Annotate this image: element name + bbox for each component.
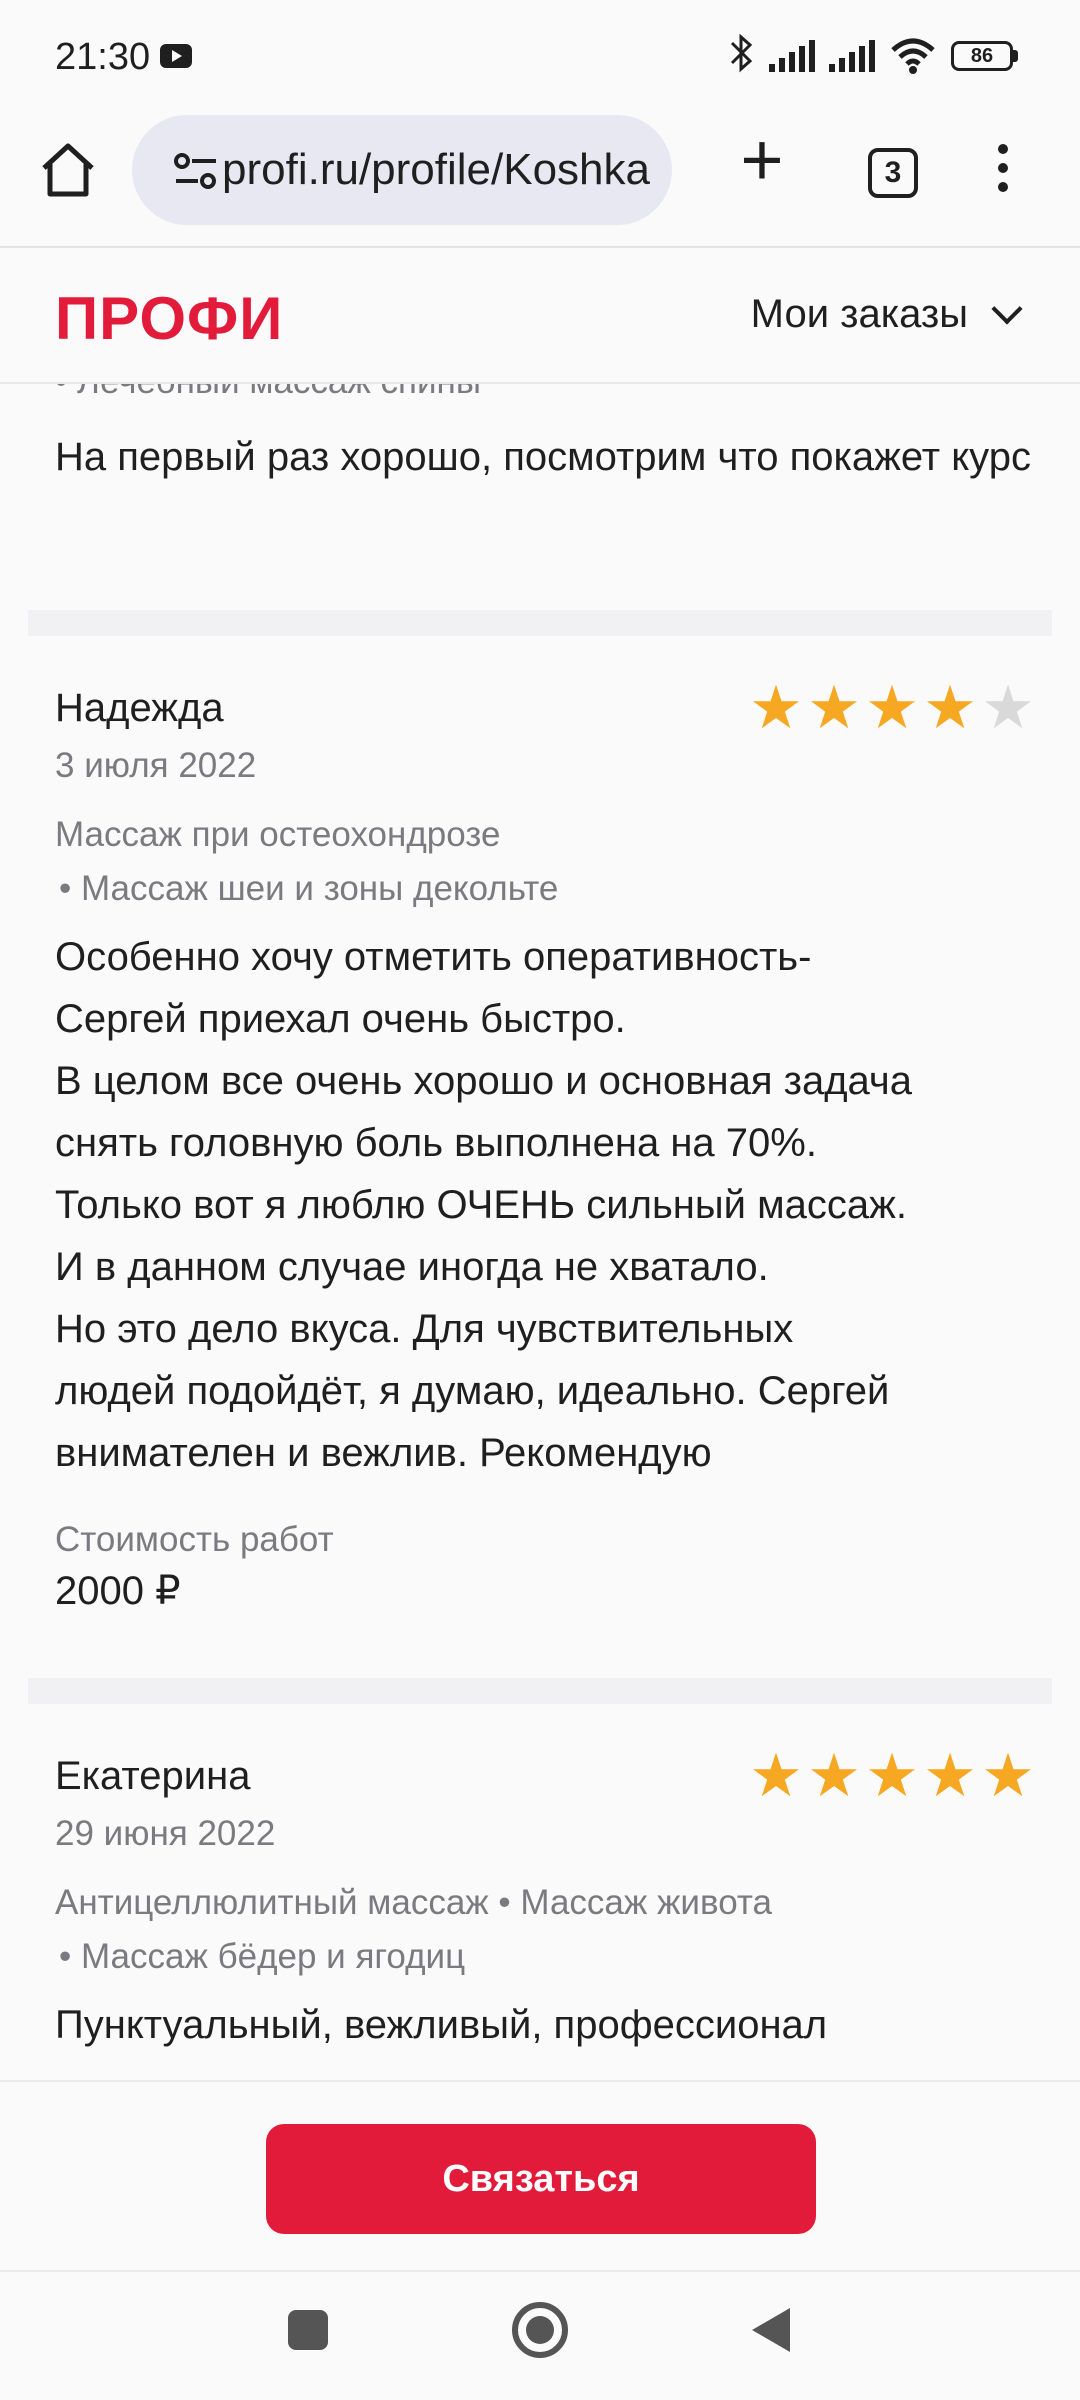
browser-toolbar: profi.ru/profile/Koshkarov + 3 <box>0 110 1080 248</box>
cost-label: Стоимость работ <box>55 1520 334 1559</box>
reviews-list[interactable]: • Лечебный массаж спины На первый раз хо… <box>0 384 1080 2080</box>
battery-icon: 86 <box>951 41 1018 71</box>
star-empty-icon: ★ <box>981 674 1035 741</box>
rating-stars: ★ ★ ★ ★ ★ <box>749 1746 1035 1806</box>
review-text: Особенно хочу отметить оперативность- Се… <box>55 926 1035 1484</box>
review-divider <box>28 1678 1052 1704</box>
url-text: profi.ru/profile/Koshkarov <box>222 145 652 194</box>
my-orders-label: Мои заказы <box>750 292 968 336</box>
contact-button[interactable]: Связаться <box>266 2124 816 2234</box>
home-icon[interactable] <box>36 138 100 202</box>
bluetooth-icon <box>729 33 755 80</box>
new-tab-icon[interactable]: + <box>732 123 792 197</box>
star-icon: ★ <box>807 1742 861 1809</box>
recents-icon[interactable] <box>288 2310 328 2350</box>
review-category: Антицеллюлитный массаж • Массаж живота <box>55 1883 772 1922</box>
review-text-line: И в данном случае иногда не хватало. <box>55 1245 769 1289</box>
review-card: Надежда ★ ★ ★ ★ ★ 3 июля 2022 Массаж при… <box>55 678 1035 1622</box>
signal-icon <box>769 40 815 72</box>
star-icon: ★ <box>865 1742 919 1809</box>
review-category: • Лечебный массаж спины <box>55 384 481 402</box>
chevron-down-icon <box>991 292 1023 325</box>
status-bar: 21:30 86 <box>0 0 1080 110</box>
review-text-line: Особенно хочу отметить оперативность- <box>55 935 812 979</box>
review-text-line: Только вот я люблю ОЧЕНЬ сильный массаж. <box>55 1183 907 1227</box>
review-category: • Массаж бёдер и ягодиц <box>59 1937 466 1976</box>
cost-value: 2000 ₽ <box>55 1569 181 1613</box>
tabs-icon[interactable]: 3 <box>868 148 918 198</box>
star-icon: ★ <box>865 674 919 741</box>
star-icon: ★ <box>923 674 977 741</box>
review-categories: Антицеллюлитный массаж • Массаж живота •… <box>55 1876 1035 1984</box>
wifi-icon <box>889 36 937 76</box>
star-icon: ★ <box>749 1742 803 1809</box>
address-bar[interactable]: profi.ru/profile/Koshkarov <box>132 115 672 225</box>
review-text-line: В целом все очень хорошо и основная зада… <box>55 1059 912 1103</box>
review-categories: Массаж при остеохондрозе • Массаж шеи и … <box>55 808 1035 916</box>
review-text-line: людей подойдёт, я думаю, идеально. Серге… <box>55 1369 890 1413</box>
review-card: Екатерина ★ ★ ★ ★ ★ 29 июня 2022 Антицел… <box>55 1746 1035 2056</box>
review-category: Массаж при остеохондрозе <box>55 815 501 854</box>
star-icon: ★ <box>807 674 861 741</box>
review-text-line: Пунктуальный, вежливый, профессионал <box>55 2003 828 2047</box>
home-circle-icon[interactable] <box>512 2302 568 2358</box>
star-icon: ★ <box>749 674 803 741</box>
site-header: ПРОФИ Мои заказы <box>0 250 1080 384</box>
review-text: На первый раз хорошо, посмотрим что пока… <box>55 435 1031 479</box>
review-text: Пунктуальный, вежливый, профессионал <box>55 1994 1035 2056</box>
review-category: • Массаж шеи и зоны декольте <box>59 869 559 908</box>
star-icon: ★ <box>981 1742 1035 1809</box>
site-settings-icon[interactable] <box>172 151 222 191</box>
status-time: 21:30 <box>55 36 151 78</box>
review-text-line: снять головную боль выполнена на 70%. <box>55 1121 817 1165</box>
review-divider <box>28 610 1052 636</box>
contact-bar: Связаться <box>0 2080 1080 2272</box>
review-date: 3 июля 2022 <box>55 746 257 785</box>
my-orders-dropdown[interactable]: Мои заказы <box>750 292 1023 337</box>
status-icons: 86 <box>729 33 1018 80</box>
star-icon: ★ <box>923 1742 977 1809</box>
youtube-icon <box>160 44 192 68</box>
review-text-line: внимателен и вежлив. Рекомендую <box>55 1431 712 1475</box>
system-nav-bar <box>0 2272 1080 2400</box>
back-icon[interactable] <box>752 2308 790 2352</box>
signal-icon <box>829 40 875 72</box>
review-text-line: Сергей приехал очень быстро. <box>55 997 626 1041</box>
review-date: 29 июня 2022 <box>55 1814 276 1853</box>
more-menu-icon[interactable] <box>996 144 1010 200</box>
battery-level: 86 <box>951 41 1013 71</box>
rating-stars: ★ ★ ★ ★ ★ <box>749 678 1035 738</box>
review-text-line: Но это дело вкуса. Для чувствительных <box>55 1307 794 1351</box>
profi-logo[interactable]: ПРОФИ <box>55 284 283 353</box>
